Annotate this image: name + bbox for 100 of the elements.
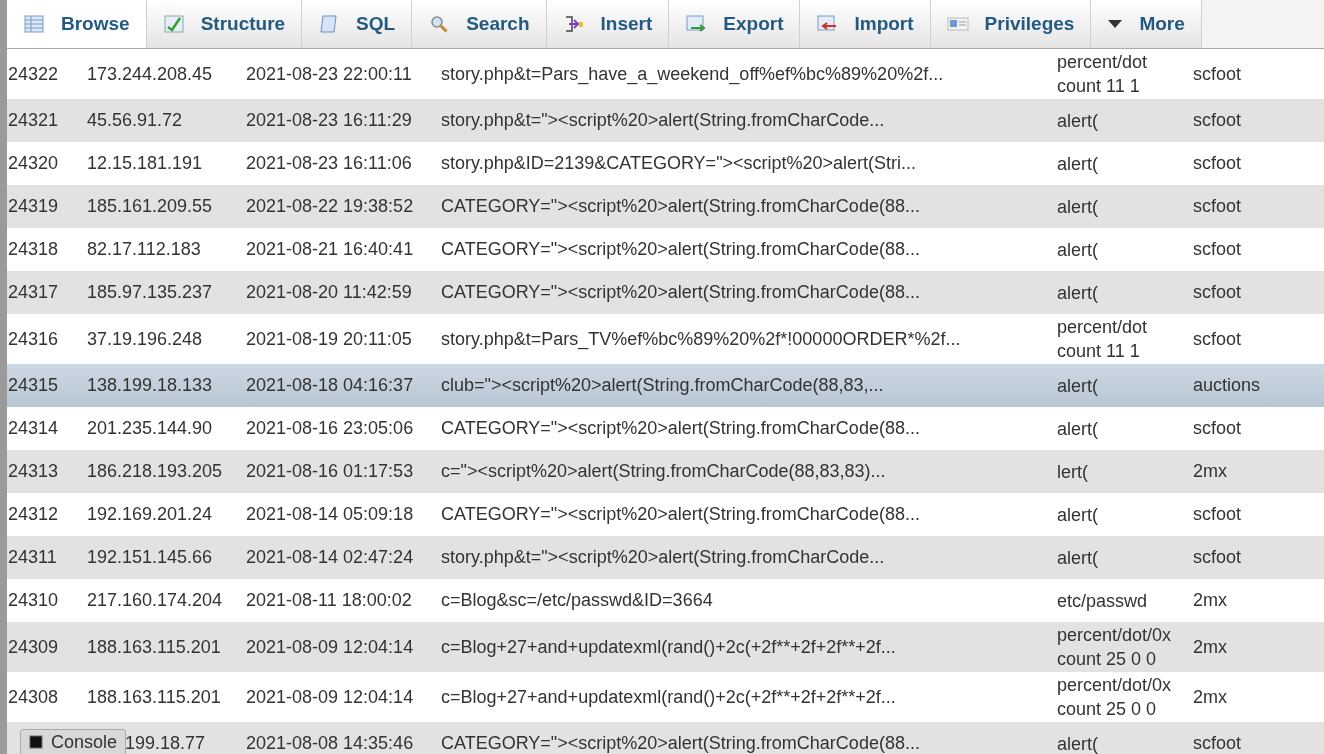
table-cell-text: 201.235.144.90 bbox=[87, 417, 214, 440]
console-button[interactable]: Console bbox=[20, 729, 126, 754]
table-row[interactable]: 24317 185.97.135.237 2021-08-20 11:42:59 CATEGORY="><script%20>alert(String.fromCharCode(88... alert( scfoot bbox=[7, 271, 1324, 314]
table-cell-text: 2021-08-23 16:11:29 bbox=[246, 109, 413, 132]
table-cell-text: scfoot bbox=[1193, 109, 1243, 132]
table-cell-text: 24322 bbox=[7, 62, 60, 86]
table-cell-text: alert( bbox=[1057, 503, 1099, 527]
table-cell-text: 2021-08-16 23:05:06 bbox=[246, 417, 415, 440]
tab[interactable]: Search bbox=[412, 0, 547, 48]
table-row[interactable]: 24321 45.56.91.72 2021-08-23 16:11:29 story.php&t="><script%20>alert(String.fromCharCode... alert( scfoot bbox=[7, 99, 1324, 142]
tab[interactable]: Export bbox=[669, 0, 801, 48]
table-cell-text: 24313 bbox=[7, 460, 60, 483]
table-cell-text: 37.19.196.248 bbox=[87, 327, 204, 351]
table-cell-text: CATEGORY="><script%20>alert(String.fromCharCode(88... bbox=[441, 732, 921, 754]
table-cell-text: 185.97.135.237 bbox=[87, 281, 214, 304]
table-row[interactable]: 24313 186.218.193.205 2021-08-16 01:17:53 c="><script%20>alert(String.fromCharCode(88,83,83)... lert( 2mx bbox=[7, 450, 1324, 493]
table-cell-text: etc/passwd bbox=[1057, 589, 1149, 613]
table-cell-text: CATEGORY="><script%20>alert(String.fromCharCode(88... bbox=[441, 503, 921, 526]
structure-icon bbox=[162, 14, 185, 34]
table-cell-text: scfoot bbox=[1193, 327, 1243, 351]
table-cell-text: 24314 bbox=[7, 417, 60, 440]
table-cell-text: scfoot bbox=[1193, 195, 1243, 218]
table-cell-text: 188.163.115.201 bbox=[87, 635, 222, 659]
table-cell-text: scfoot bbox=[1193, 238, 1243, 261]
tab[interactable]: More bbox=[1091, 0, 1202, 48]
table-cell-text: c=Blog+27+and+updatexml(rand()+2c(+2f**+2f+2f**+2f... bbox=[441, 635, 897, 659]
table-cell-text: scfoot bbox=[1193, 281, 1243, 304]
table-cell-text: alert( bbox=[1057, 238, 1099, 262]
table-row[interactable]: 24309 188.163.115.201 2021-08-09 12:04:14 c=Blog+27+and+updatexml(rand()+2c(+2f**+2f+2f**+2f... percent/dot/0x count 25 0 0 2mx bbox=[7, 622, 1324, 672]
console-icon bbox=[29, 734, 43, 750]
table-cell-text: 24311 bbox=[7, 546, 58, 569]
table-cell-text: 24321 bbox=[7, 109, 60, 132]
table-cell-text: auctions bbox=[1193, 374, 1262, 397]
table-cell-text: 12.15.181.191 bbox=[87, 152, 204, 175]
table-cell-text: alert( bbox=[1057, 732, 1099, 754]
table-cell-text: 138.199.18.133 bbox=[87, 374, 214, 397]
table-cell-text: alert( bbox=[1057, 281, 1099, 305]
table-cell-text: percent/dot/0x count 25 0 0 bbox=[1057, 674, 1173, 721]
table-cell-text: scfoot bbox=[1193, 152, 1243, 175]
table-cell-text: 192.151.145.66 bbox=[87, 546, 214, 569]
table-cell-text: 24309 bbox=[7, 635, 60, 659]
table-cell-text: 192.169.201.24 bbox=[87, 503, 214, 526]
table-cell-text: 2021-08-11 18:00:02 bbox=[246, 589, 413, 612]
table-cell-text: story.php&t="><script%20>alert(String.fromCharCode... bbox=[441, 109, 886, 132]
table-cell-text: c=Blog+27+and+updatexml(rand()+2c(+2f**+2f+2f**+2f... bbox=[441, 685, 897, 709]
table-cell-text: CATEGORY="><script%20>alert(String.fromCharCode(88... bbox=[441, 238, 921, 261]
table-cell-text: scfoot bbox=[1193, 62, 1243, 86]
tab[interactable]: Privileges bbox=[930, 0, 1092, 48]
table-cell-text: scfoot bbox=[1193, 417, 1243, 440]
table-cell-text: alert( bbox=[1057, 195, 1099, 219]
table-cell-text: alert( bbox=[1057, 152, 1099, 176]
table-cell-text: 2021-08-09 12:04:14 bbox=[246, 685, 415, 709]
tab[interactable]: Browse bbox=[7, 0, 147, 48]
tab[interactable]: Structure bbox=[146, 0, 303, 48]
table-cell-text: lert( bbox=[1057, 460, 1089, 484]
table-cell-text: 24316 bbox=[7, 327, 60, 351]
table-cell-text: 24319 bbox=[7, 195, 60, 218]
table-cell-text: 24317 bbox=[7, 281, 60, 304]
table-cell-text: 2021-08-19 20:11:05 bbox=[246, 327, 413, 351]
table-cell-text: 2021-08-20 11:42:59 bbox=[246, 281, 413, 304]
table-cell-text: 24315 bbox=[7, 374, 60, 397]
table-cell-text: story.php&t=Pars_TV%ef%bc%89%20%2f*!00000ORDER*%2f... bbox=[441, 327, 962, 352]
table-cell-text: CATEGORY="><script%20>alert(String.fromCharCode(88... bbox=[441, 417, 921, 440]
table-cell-text: 2021-08-23 16:11:06 bbox=[246, 152, 413, 175]
table-cell-text: 2021-08-14 05:09:18 bbox=[246, 503, 415, 526]
table-cell-text: alert( bbox=[1057, 109, 1099, 133]
table-cell-text: 199.18.77 bbox=[125, 732, 207, 754]
table-cell-text: 24312 bbox=[7, 503, 60, 526]
tab[interactable]: SQL bbox=[302, 0, 413, 48]
tab[interactable]: Insert bbox=[546, 0, 670, 48]
table-cell-text: 82.17.112.183 bbox=[87, 238, 202, 261]
table-cell-text: alert( bbox=[1057, 546, 1099, 570]
table-row[interactable]: 24311 192.151.145.66 2021-08-14 02:47:24 story.php&t="><script%20>alert(String.fromCharCode... alert( scfoot bbox=[7, 536, 1324, 579]
table-cell-text: c="><script%20>alert(String.fromCharCode(88,83,83)... bbox=[441, 460, 887, 483]
table-cell-text: 2021-08-18 04:16:37 bbox=[246, 374, 415, 397]
table-cell-text: club="><script%20>alert(String.fromCharCode(88,83,... bbox=[441, 374, 885, 397]
table-cell-text: 24320 bbox=[7, 152, 60, 175]
table-cell-text: story.php&t="><script%20>alert(String.fromCharCode... bbox=[441, 546, 886, 569]
table-cell-text: CATEGORY="><script%20>alert(String.fromCharCode(88... bbox=[441, 195, 921, 218]
table-cell-text: percent/dot count 11 1 bbox=[1057, 51, 1149, 98]
table-cell-text: alert( bbox=[1057, 374, 1099, 398]
table-cell-text: alert( bbox=[1057, 417, 1099, 441]
table-cell-text: 2021-08-22 19:38:52 bbox=[246, 195, 415, 218]
id-card-icon bbox=[946, 14, 969, 34]
tab[interactable]: Import bbox=[800, 0, 931, 48]
table-cell-text: 2mx bbox=[1193, 589, 1228, 612]
table-cell-text: 24308 bbox=[7, 685, 60, 709]
table-cell-text: scfoot bbox=[1193, 732, 1243, 754]
table-row[interactable]: 24315 138.199.18.133 2021-08-18 04:16:37 club="><script%20>alert(String.fromCharCode(88,83,... alert( auctions bbox=[7, 364, 1324, 407]
table-cell-text: scfoot bbox=[1193, 546, 1243, 569]
export-icon bbox=[685, 14, 708, 34]
table-row[interactable]: 24319 185.161.209.55 2021-08-22 19:38:52 CATEGORY="><script%20>alert(String.fromCharCode(88... alert( scfoot bbox=[7, 185, 1324, 228]
import-icon bbox=[816, 14, 839, 34]
table-cell-text: scfoot bbox=[1193, 503, 1243, 526]
table-cell-text: 24318 bbox=[7, 238, 60, 261]
table-cell-text: story.php&ID=2139&CATEGORY="><script%20>alert(Stri... bbox=[441, 152, 918, 175]
caret-icon bbox=[1107, 19, 1124, 29]
table-cell-text: 188.163.115.201 bbox=[87, 685, 222, 709]
table-cell-text: 185.161.209.55 bbox=[87, 195, 214, 218]
table-cell-text: 2mx bbox=[1193, 635, 1228, 659]
